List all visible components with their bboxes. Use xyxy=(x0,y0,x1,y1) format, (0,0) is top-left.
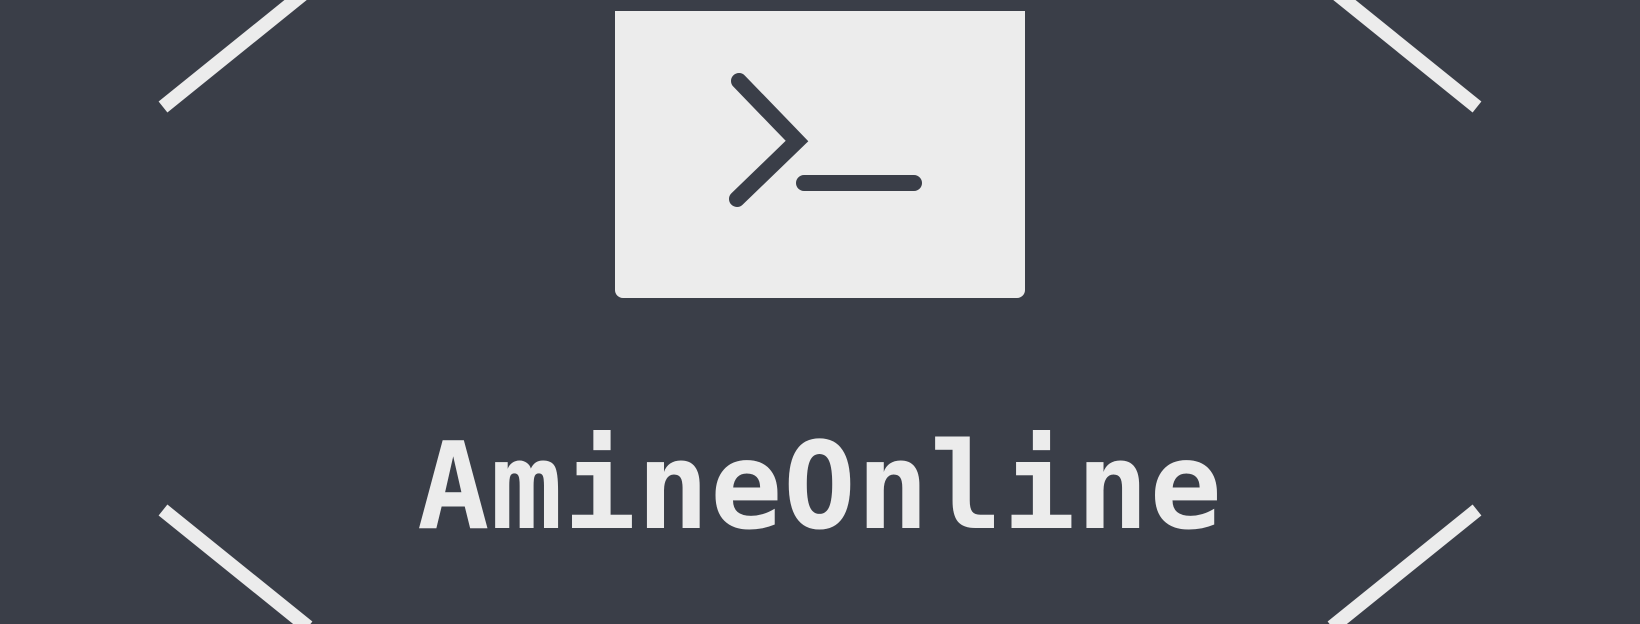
terminal-logo-box xyxy=(615,11,1025,298)
terminal-prompt-icon xyxy=(729,73,922,207)
brand-name: AmineOnline xyxy=(417,418,1223,557)
corner-line-top-left xyxy=(158,0,307,113)
prompt-chevron xyxy=(729,73,809,207)
corner-line-top-right xyxy=(1333,0,1482,113)
